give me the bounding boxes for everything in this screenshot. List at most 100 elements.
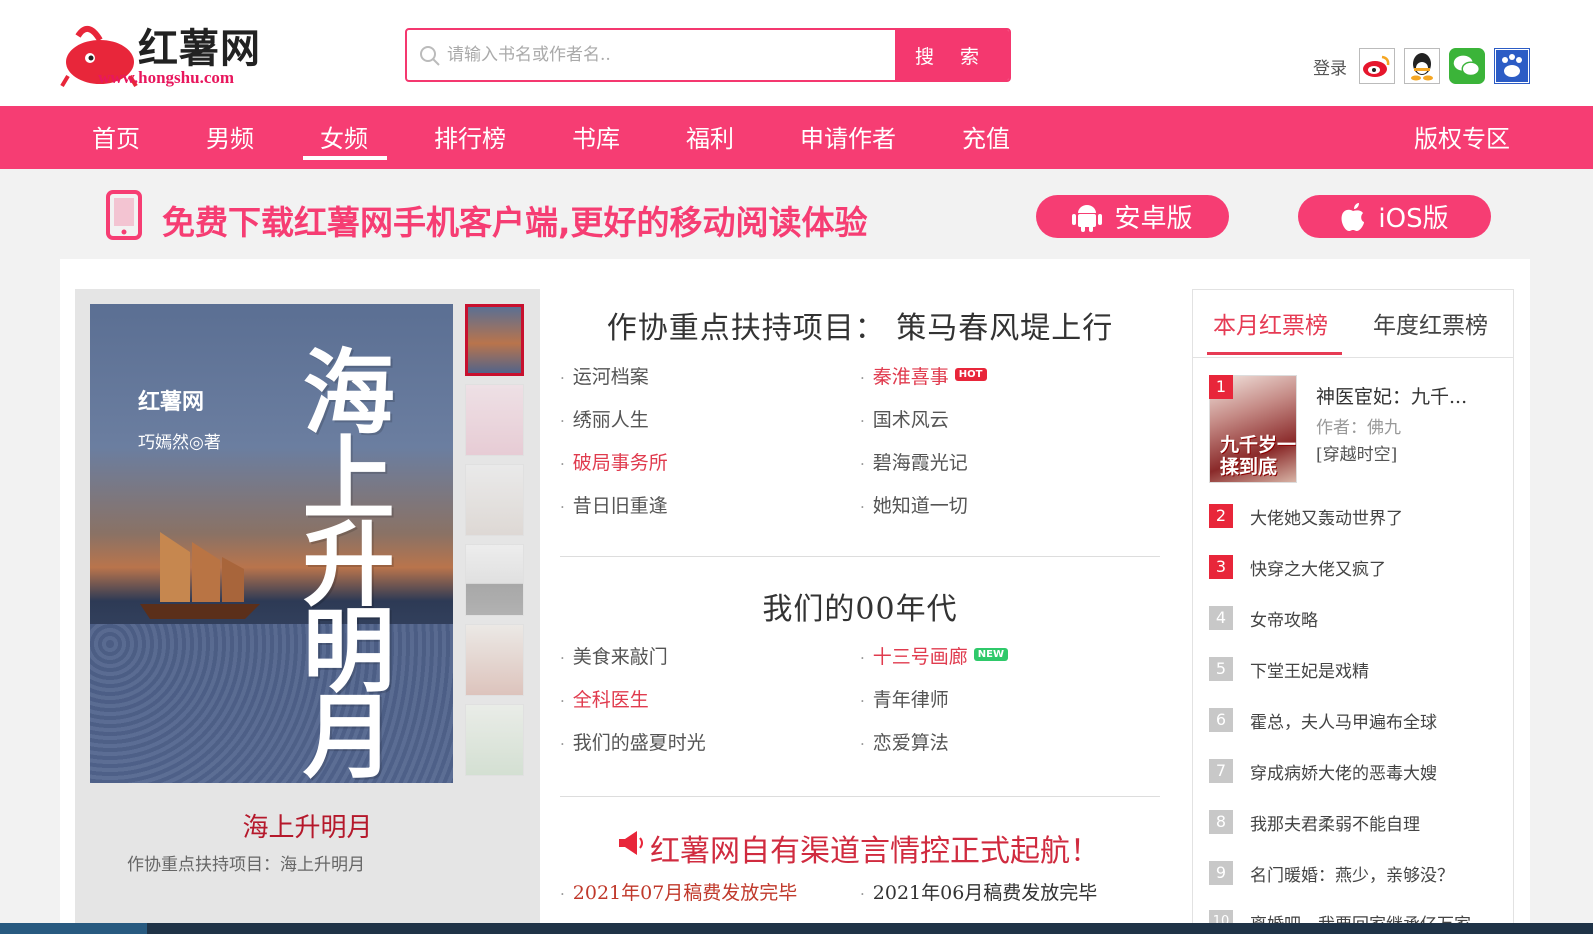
logo-name: 红薯网	[138, 26, 261, 72]
carousel-thumb[interactable]	[465, 544, 524, 616]
rank-number: 9	[1209, 861, 1233, 885]
nav-apply-author[interactable]: 申请作者	[800, 119, 896, 154]
rank-item[interactable]: 下堂王妃是戏精	[1250, 657, 1369, 682]
featured-book-title[interactable]: 海上升明月	[75, 807, 540, 844]
book-link[interactable]: · 昔日旧重逢	[560, 491, 668, 518]
baidu-login-button[interactable]	[1494, 48, 1530, 84]
rank-item[interactable]: 霍总，夫人马甲遍布全球	[1250, 708, 1437, 733]
book-link[interactable]: · 全科医生	[560, 685, 649, 712]
baidu-icon	[1496, 50, 1528, 82]
book-link[interactable]: · 国术风云	[860, 405, 949, 432]
rank-number: 8	[1209, 810, 1233, 834]
rank-number: 7	[1209, 759, 1233, 783]
cover-author: 巧嫣然◎著	[138, 433, 221, 453]
nav-rankings[interactable]: 排行榜	[434, 119, 506, 154]
carousel-thumb[interactable]	[465, 304, 524, 376]
new-badge: NEW	[973, 648, 1009, 661]
login-link[interactable]: 登录	[1313, 54, 1347, 79]
featured-book-cover[interactable]: 红薯网 巧嫣然◎著 海上升明月	[90, 304, 453, 783]
search-button[interactable]: 搜 索	[895, 30, 1009, 80]
announcement-title[interactable]: 红薯网自有渠道言情控正式起航！	[650, 826, 1100, 870]
tab-yearly-red-ticket[interactable]: 年度红票榜	[1373, 306, 1488, 340]
logo-url: www.hongshu.com	[98, 68, 235, 87]
rank-first-category[interactable]: [穿越时空]	[1316, 440, 1397, 465]
megaphone-icon	[619, 831, 643, 855]
rank-item[interactable]: 我那夫君柔弱不能自理	[1250, 810, 1420, 835]
section-title[interactable]: 我们的00年代	[560, 584, 1160, 628]
rank-number: 5	[1209, 657, 1233, 681]
phone-icon	[106, 190, 142, 240]
nav-copyright[interactable]: 版权专区	[1414, 119, 1510, 154]
book-link[interactable]: · 运河档案	[560, 362, 649, 389]
rank-item[interactable]: 女帝攻略	[1250, 606, 1318, 631]
featured-book-desc: 作协重点扶持项目：海上升明月	[127, 855, 365, 875]
apple-icon	[1341, 202, 1365, 231]
rank-number: 4	[1209, 606, 1233, 630]
cover-brand: 红薯网	[138, 390, 205, 415]
book-link[interactable]: · 破局事务所	[560, 448, 668, 475]
hot-badge: HOT	[954, 368, 987, 381]
nav-home[interactable]: 首页	[92, 119, 140, 154]
carousel-thumb[interactable]	[465, 704, 524, 776]
rank-number: 2	[1209, 504, 1233, 528]
taskbar-segment	[0, 923, 147, 934]
search-bar: 搜 索	[405, 28, 1011, 82]
cover-wave-pattern	[90, 624, 453, 783]
book-link[interactable]: · 秦淮喜事 HOT	[860, 362, 987, 389]
rank-cover-text: 九千岁一揉到底	[1220, 434, 1297, 478]
rank-number: 3	[1209, 555, 1233, 579]
search-input[interactable]	[447, 30, 887, 80]
android-download-button[interactable]: 安卓版	[1036, 195, 1229, 238]
nav-active-indicator	[303, 156, 387, 160]
ship-illustration	[140, 532, 260, 619]
book-link[interactable]: · 青年律师	[860, 685, 949, 712]
nav-female[interactable]: 女频	[320, 119, 368, 154]
nav-male[interactable]: 男频	[206, 119, 254, 154]
book-link[interactable]: · 十三号画廊 NEW	[860, 642, 1009, 669]
android-icon	[1072, 204, 1103, 232]
ios-label: iOS版	[1378, 204, 1449, 234]
android-label: 安卓版	[1114, 204, 1193, 234]
search-icon	[420, 46, 440, 66]
nav-benefits[interactable]: 福利	[686, 119, 734, 154]
rank-first-author: 作者：佛九	[1316, 418, 1401, 438]
site-header: 红薯网 www.hongshu.com 搜 索 登录	[0, 0, 1593, 106]
wechat-login-button[interactable]	[1449, 48, 1485, 84]
nav-recharge[interactable]: 充值	[962, 119, 1010, 154]
section-divider	[560, 796, 1160, 797]
site-logo[interactable]: 红薯网 www.hongshu.com	[60, 14, 275, 92]
book-link[interactable]: · 绣丽人生	[560, 405, 649, 432]
announcement-link[interactable]: · 2021年06月稿费发放完毕	[860, 878, 1097, 905]
nav-library[interactable]: 书库	[572, 119, 620, 154]
ios-download-button[interactable]: iOS版	[1298, 195, 1491, 238]
weibo-icon	[1363, 55, 1390, 77]
tab-monthly-red-ticket[interactable]: 本月红票榜	[1213, 306, 1328, 340]
rank-item[interactable]: 穿成病娇大佬的恶毒大嫂	[1250, 759, 1437, 784]
book-link[interactable]: · 她知道一切	[860, 491, 968, 518]
section-divider	[560, 556, 1160, 557]
book-link[interactable]: · 美食来敲门	[560, 642, 668, 669]
book-link[interactable]: · 恋爱算法	[860, 728, 949, 755]
book-link[interactable]: · 我们的盛夏时光	[560, 728, 706, 755]
rank-item[interactable]: 大佬她又轰动世界了	[1250, 504, 1403, 529]
app-download-text: 免费下载红薯网手机客户端,更好的移动阅读体验	[162, 203, 868, 242]
rank-first-title[interactable]: 神医宦妃：九千...	[1316, 382, 1467, 409]
rank-item[interactable]: 快穿之大佬又疯了	[1250, 555, 1386, 580]
taskbar-strip	[0, 923, 1593, 934]
book-link[interactable]: · 碧海霞光记	[860, 448, 968, 475]
cover-title: 海上升明月	[287, 344, 396, 774]
section-title[interactable]: 作协重点扶持项目： 策马春风堤上行	[560, 303, 1160, 347]
carousel-thumb[interactable]	[465, 624, 524, 696]
ranking-tabs: 本月红票榜 年度红票榜	[1193, 290, 1513, 358]
announcement-link[interactable]: · 2021年07月稿费发放完毕	[560, 878, 797, 905]
main-nav: 首页 男频 女频 排行榜 书库 福利 申请作者 充值 版权专区	[0, 106, 1593, 169]
weibo-login-button[interactable]	[1359, 48, 1395, 84]
tab-active-indicator	[1207, 352, 1342, 355]
rank-number: 6	[1209, 708, 1233, 732]
qq-icon	[1411, 53, 1433, 81]
rank-item[interactable]: 名门暖婚：燕少，亲够没？	[1250, 861, 1454, 886]
rank-number: 1	[1209, 375, 1233, 399]
carousel-thumb[interactable]	[465, 464, 524, 536]
carousel-thumb[interactable]	[465, 384, 524, 456]
qq-login-button[interactable]	[1404, 48, 1440, 84]
